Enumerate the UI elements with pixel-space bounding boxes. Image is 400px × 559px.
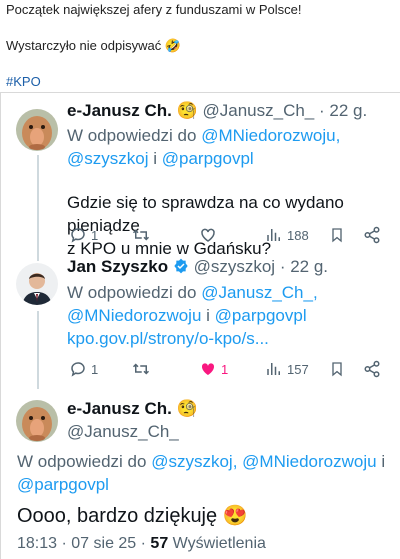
verified-badge-icon — [174, 258, 188, 274]
tweet2-reply-to: W odpowiedzi do @Janusz_Ch_, @MNiedorozw… — [67, 283, 318, 348]
tweet3-text: Oooo, bardzo dziękuję 😍 — [17, 505, 248, 527]
name-emoji: 🧐 — [176, 399, 198, 418]
person-avatar-icon — [16, 263, 58, 305]
share-icon — [364, 226, 380, 244]
avatar-e-janusz[interactable] — [16, 109, 58, 151]
retweet-button[interactable] — [131, 226, 199, 244]
like-button[interactable]: 1 — [199, 360, 265, 378]
like-button[interactable] — [199, 226, 265, 244]
heart-icon — [201, 228, 215, 242]
avatar-jan-szyszko[interactable] — [16, 263, 58, 305]
share-button[interactable] — [363, 360, 381, 378]
thread-line-2 — [37, 311, 39, 389]
rofl-emoji: 🤣 — [164, 38, 182, 53]
reply-button[interactable]: 1 — [69, 360, 131, 378]
kpo-link[interactable]: kpo.gov.pl/strony/o-kpo/s... — [67, 329, 269, 348]
heart-eyes-emoji: 😍 — [222, 505, 248, 527]
bookmark-button[interactable] — [329, 226, 363, 244]
tweet3-reply-to: W odpowiedzi do @szyszkoj, @MNiedorozwoj… — [17, 452, 386, 494]
monkey-avatar-icon — [16, 400, 58, 442]
post-title: Początek największej afery z funduszami … — [6, 2, 302, 17]
post-line2: Wystarczyło nie odpisywać 🤣 — [6, 38, 182, 53]
tweet3-meta: 18:13 · 07 sie 25 · 57 Wyświetlenia — [17, 535, 266, 552]
name-emoji: 🧐 — [176, 101, 198, 120]
tweet-screenshot: e-Janusz Ch. 🧐 @Janusz_Ch_ · 22 g. W odp… — [0, 92, 400, 559]
bookmark-icon — [332, 228, 342, 243]
thread-line — [37, 155, 39, 261]
reply-button[interactable]: 1 — [69, 226, 131, 244]
views-chart-icon — [267, 229, 280, 241]
share-icon — [364, 360, 380, 378]
reply-icon — [71, 228, 85, 243]
views-button[interactable]: 188 — [265, 226, 329, 244]
tweet2-actions: 1 1 157 — [69, 357, 390, 381]
bookmark-button[interactable] — [329, 360, 363, 378]
tweet3-header: e-Janusz Ch. 🧐 @Janusz_Ch_ — [67, 399, 198, 441]
post-text: Początek największej afery z funduszami … — [6, 0, 396, 90]
monkey-avatar-icon — [16, 109, 58, 151]
retweet-button[interactable] — [131, 360, 199, 378]
tweet2-header: Jan Szyszko @szyszkoj · 22 g. — [67, 257, 329, 276]
bookmark-icon — [332, 362, 342, 377]
views-chart-icon — [267, 363, 280, 375]
avatar-e-janusz-2[interactable] — [16, 400, 58, 442]
views-button[interactable]: 157 — [265, 360, 329, 378]
share-button[interactable] — [363, 226, 381, 244]
retweet-icon — [132, 229, 150, 241]
retweet-icon — [132, 363, 150, 375]
post-hashtag[interactable]: #KPO — [6, 74, 396, 90]
tweet1-actions: 1 188 — [69, 223, 390, 247]
tweet1-reply-to: W odpowiedzi do @MNiedorozwoju, @szyszko… — [67, 126, 341, 168]
heart-filled-icon — [201, 363, 215, 375]
reply-icon — [71, 362, 85, 377]
tweet1-header: e-Janusz Ch. 🧐 @Janusz_Ch_ · 22 g. — [67, 101, 368, 120]
